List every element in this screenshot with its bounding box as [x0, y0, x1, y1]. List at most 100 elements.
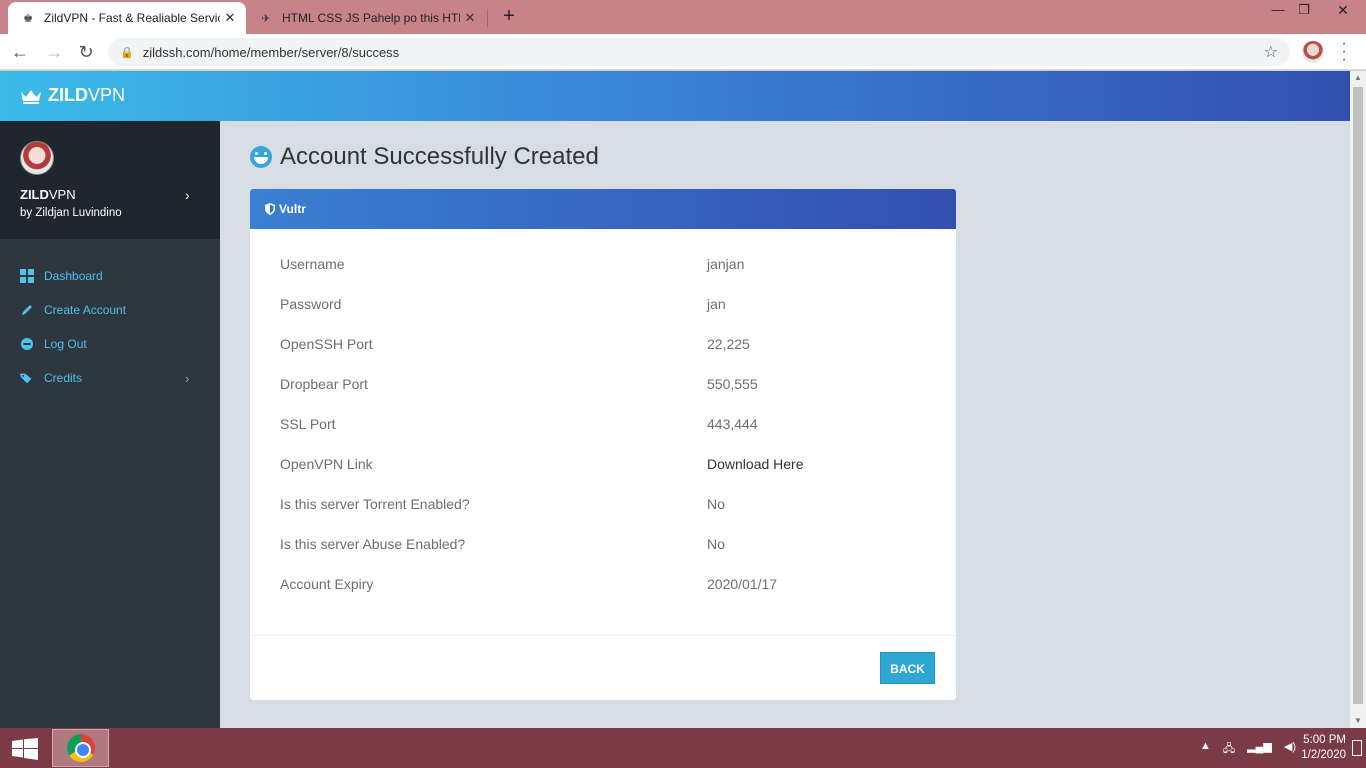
browser-tab-bar: ♚ ZildVPN - Fast & Realiable Servic ✕ ✈ …	[0, 0, 1366, 34]
tray-expand-icon[interactable]: ▲	[1200, 740, 1211, 759]
forward-arrow-icon[interactable]: →	[42, 40, 66, 64]
detail-value: 550,555	[707, 376, 758, 392]
sidebar-profile: ZILDVPN by Zildjan Luvindino ›	[0, 121, 220, 239]
sidebar-user-subtitle: by Zildjan Luvindino	[20, 207, 122, 219]
tab-title: HTML CSS JS Pahelp po this HTM	[282, 11, 460, 25]
download-link[interactable]: Download Here	[707, 456, 804, 472]
sidebar-user-name: ZILDVPN	[20, 187, 76, 202]
shield-icon	[265, 203, 275, 215]
page-title-text: Account Successfully Created	[280, 143, 599, 170]
scroll-thumb[interactable]	[1353, 87, 1363, 704]
brand-logo[interactable]: ZILD VPN	[20, 85, 125, 106]
detail-row-openssh-port: OpenSSH Port 22,225	[280, 324, 930, 364]
profile-avatar-icon[interactable]	[1302, 41, 1324, 63]
chevron-right-icon[interactable]: ›	[185, 187, 190, 203]
sidebar-item-label: Log Out	[44, 337, 87, 351]
account-details: Username janjan Password jan OpenSSH Por…	[280, 244, 930, 604]
restore-icon[interactable]: ❐	[1290, 0, 1318, 22]
system-tray: ▲ 🖧 ▂▄▆ ◀)	[1200, 740, 1296, 759]
windows-start-icon[interactable]	[12, 738, 38, 760]
close-tab-icon[interactable]: ✕	[220, 10, 240, 26]
detail-label: Username	[280, 256, 345, 272]
bird-favicon-icon: ✈	[261, 12, 271, 25]
lock-icon: 🔒	[120, 46, 134, 59]
detail-row-username: Username janjan	[280, 244, 930, 284]
window-close-icon[interactable]: ✕	[1320, 0, 1366, 22]
card-divider	[250, 635, 956, 636]
detail-row-abuse: Is this server Abuse Enabled? No	[280, 524, 930, 564]
url-text: zildssh.com/home/member/server/8/success	[142, 44, 400, 60]
back-button[interactable]: BACK	[880, 652, 935, 684]
browser-toolbar: ← → ↻ 🔒 zildssh.com/home/member/server/8…	[0, 34, 1366, 70]
detail-value: 2020/01/17	[707, 576, 778, 592]
chevron-right-icon: ›	[185, 370, 190, 386]
back-arrow-icon[interactable]: ←	[8, 40, 32, 64]
detail-value: 22,225	[707, 336, 750, 352]
minimize-icon[interactable]: —	[1264, 0, 1292, 22]
page-scrollbar[interactable]: ▲ ▼	[1350, 71, 1366, 728]
detail-label: OpenVPN Link	[280, 456, 373, 472]
detail-label: SSL Port	[280, 416, 336, 432]
sidebar: ZILDVPN by Zildjan Luvindino › Dashboard…	[0, 121, 220, 728]
detail-label: OpenSSH Port	[280, 336, 373, 352]
scroll-up-icon[interactable]: ▲	[1350, 71, 1366, 85]
wifi-signal-icon[interactable]: ▂▄▆	[1247, 740, 1272, 759]
sidebar-item-label: Credits	[44, 371, 83, 385]
scroll-down-icon[interactable]: ▼	[1350, 714, 1366, 728]
detail-value: janjan	[707, 256, 745, 272]
volume-icon[interactable]: ◀)	[1284, 740, 1296, 759]
sidebar-item-credits[interactable]: Credits ›	[0, 361, 220, 395]
detail-value: jan	[707, 296, 726, 312]
close-tab-icon[interactable]: ✕	[460, 10, 480, 26]
detail-value: No	[707, 536, 725, 552]
card-title: Vultr	[279, 202, 306, 216]
smile-icon	[250, 146, 272, 168]
app-header: ZILD VPN	[0, 71, 1350, 121]
detail-value: No	[707, 496, 725, 512]
crown-icon	[21, 89, 41, 104]
taskbar-clock[interactable]: 5:00 PM 1/2/2020	[1301, 733, 1346, 763]
zildvpn-favicon-icon: ♚	[23, 12, 33, 25]
user-name-bold: ZILD	[20, 187, 49, 202]
tab-divider	[487, 9, 488, 27]
detail-row-expiry: Account Expiry 2020/01/17	[280, 564, 930, 604]
sidebar-item-log-out[interactable]: Log Out	[0, 327, 220, 361]
clock-date: 1/2/2020	[1301, 749, 1346, 761]
clock-time: 5:00 PM	[1303, 734, 1346, 746]
avatar	[20, 141, 54, 175]
tab-title: ZildVPN - Fast & Realiable Servic	[44, 11, 220, 25]
detail-row-openvpn-link: OpenVPN Link Download Here	[280, 444, 930, 484]
new-tab-button[interactable]: +	[498, 5, 520, 27]
detail-row-password: Password jan	[280, 284, 930, 324]
sidebar-menu: Dashboard Create Account Log Out Credits	[0, 259, 220, 395]
taskbar: ▲ 🖧 ▂▄▆ ◀) 5:00 PM 1/2/2020	[0, 728, 1366, 768]
detail-row-torrent: Is this server Torrent Enabled? No	[280, 484, 930, 524]
sidebar-item-label: Create Account	[44, 303, 127, 317]
browser-menu-icon[interactable]: · · ·	[1336, 36, 1352, 68]
address-bar[interactable]: 🔒 zildssh.com/home/member/server/8/succe…	[108, 38, 1290, 66]
dashboard-icon	[20, 269, 34, 283]
web-page: ZILD VPN ZILDVPN by Zildjan Luvindino › D…	[0, 71, 1350, 728]
pencil-icon	[20, 303, 34, 317]
card-header: Vultr	[250, 189, 956, 229]
detail-label: Password	[280, 296, 342, 312]
sidebar-item-dashboard[interactable]: Dashboard	[0, 259, 220, 293]
network-icon[interactable]: 🖧	[1223, 740, 1235, 759]
sidebar-item-create-account[interactable]: Create Account	[0, 293, 220, 327]
bookmark-star-icon[interactable]: ☆	[1264, 42, 1278, 62]
brand-bold: ZILD	[48, 85, 88, 105]
reload-icon[interactable]: ↻	[74, 40, 98, 64]
detail-label: Dropbear Port	[280, 376, 368, 392]
detail-label: Is this server Torrent Enabled?	[280, 496, 470, 512]
detail-value: 443,444	[707, 416, 758, 432]
page-title: Account Successfully Created	[250, 143, 599, 171]
chrome-taskbar-button[interactable]	[52, 729, 109, 767]
tab-html-css-js[interactable]: ✈ HTML CSS JS Pahelp po this HTM ✕	[248, 2, 486, 34]
detail-label: Is this server Abuse Enabled?	[280, 536, 466, 552]
brand-light: VPN	[88, 85, 126, 105]
user-name-light: VPN	[48, 187, 76, 202]
chrome-icon	[66, 734, 95, 762]
detail-row-dropbear-port: Dropbear Port 550,555	[280, 364, 930, 404]
notification-icon[interactable]	[1352, 740, 1362, 756]
tab-zildvpn[interactable]: ♚ ZildVPN - Fast & Realiable Servic ✕	[8, 2, 246, 34]
